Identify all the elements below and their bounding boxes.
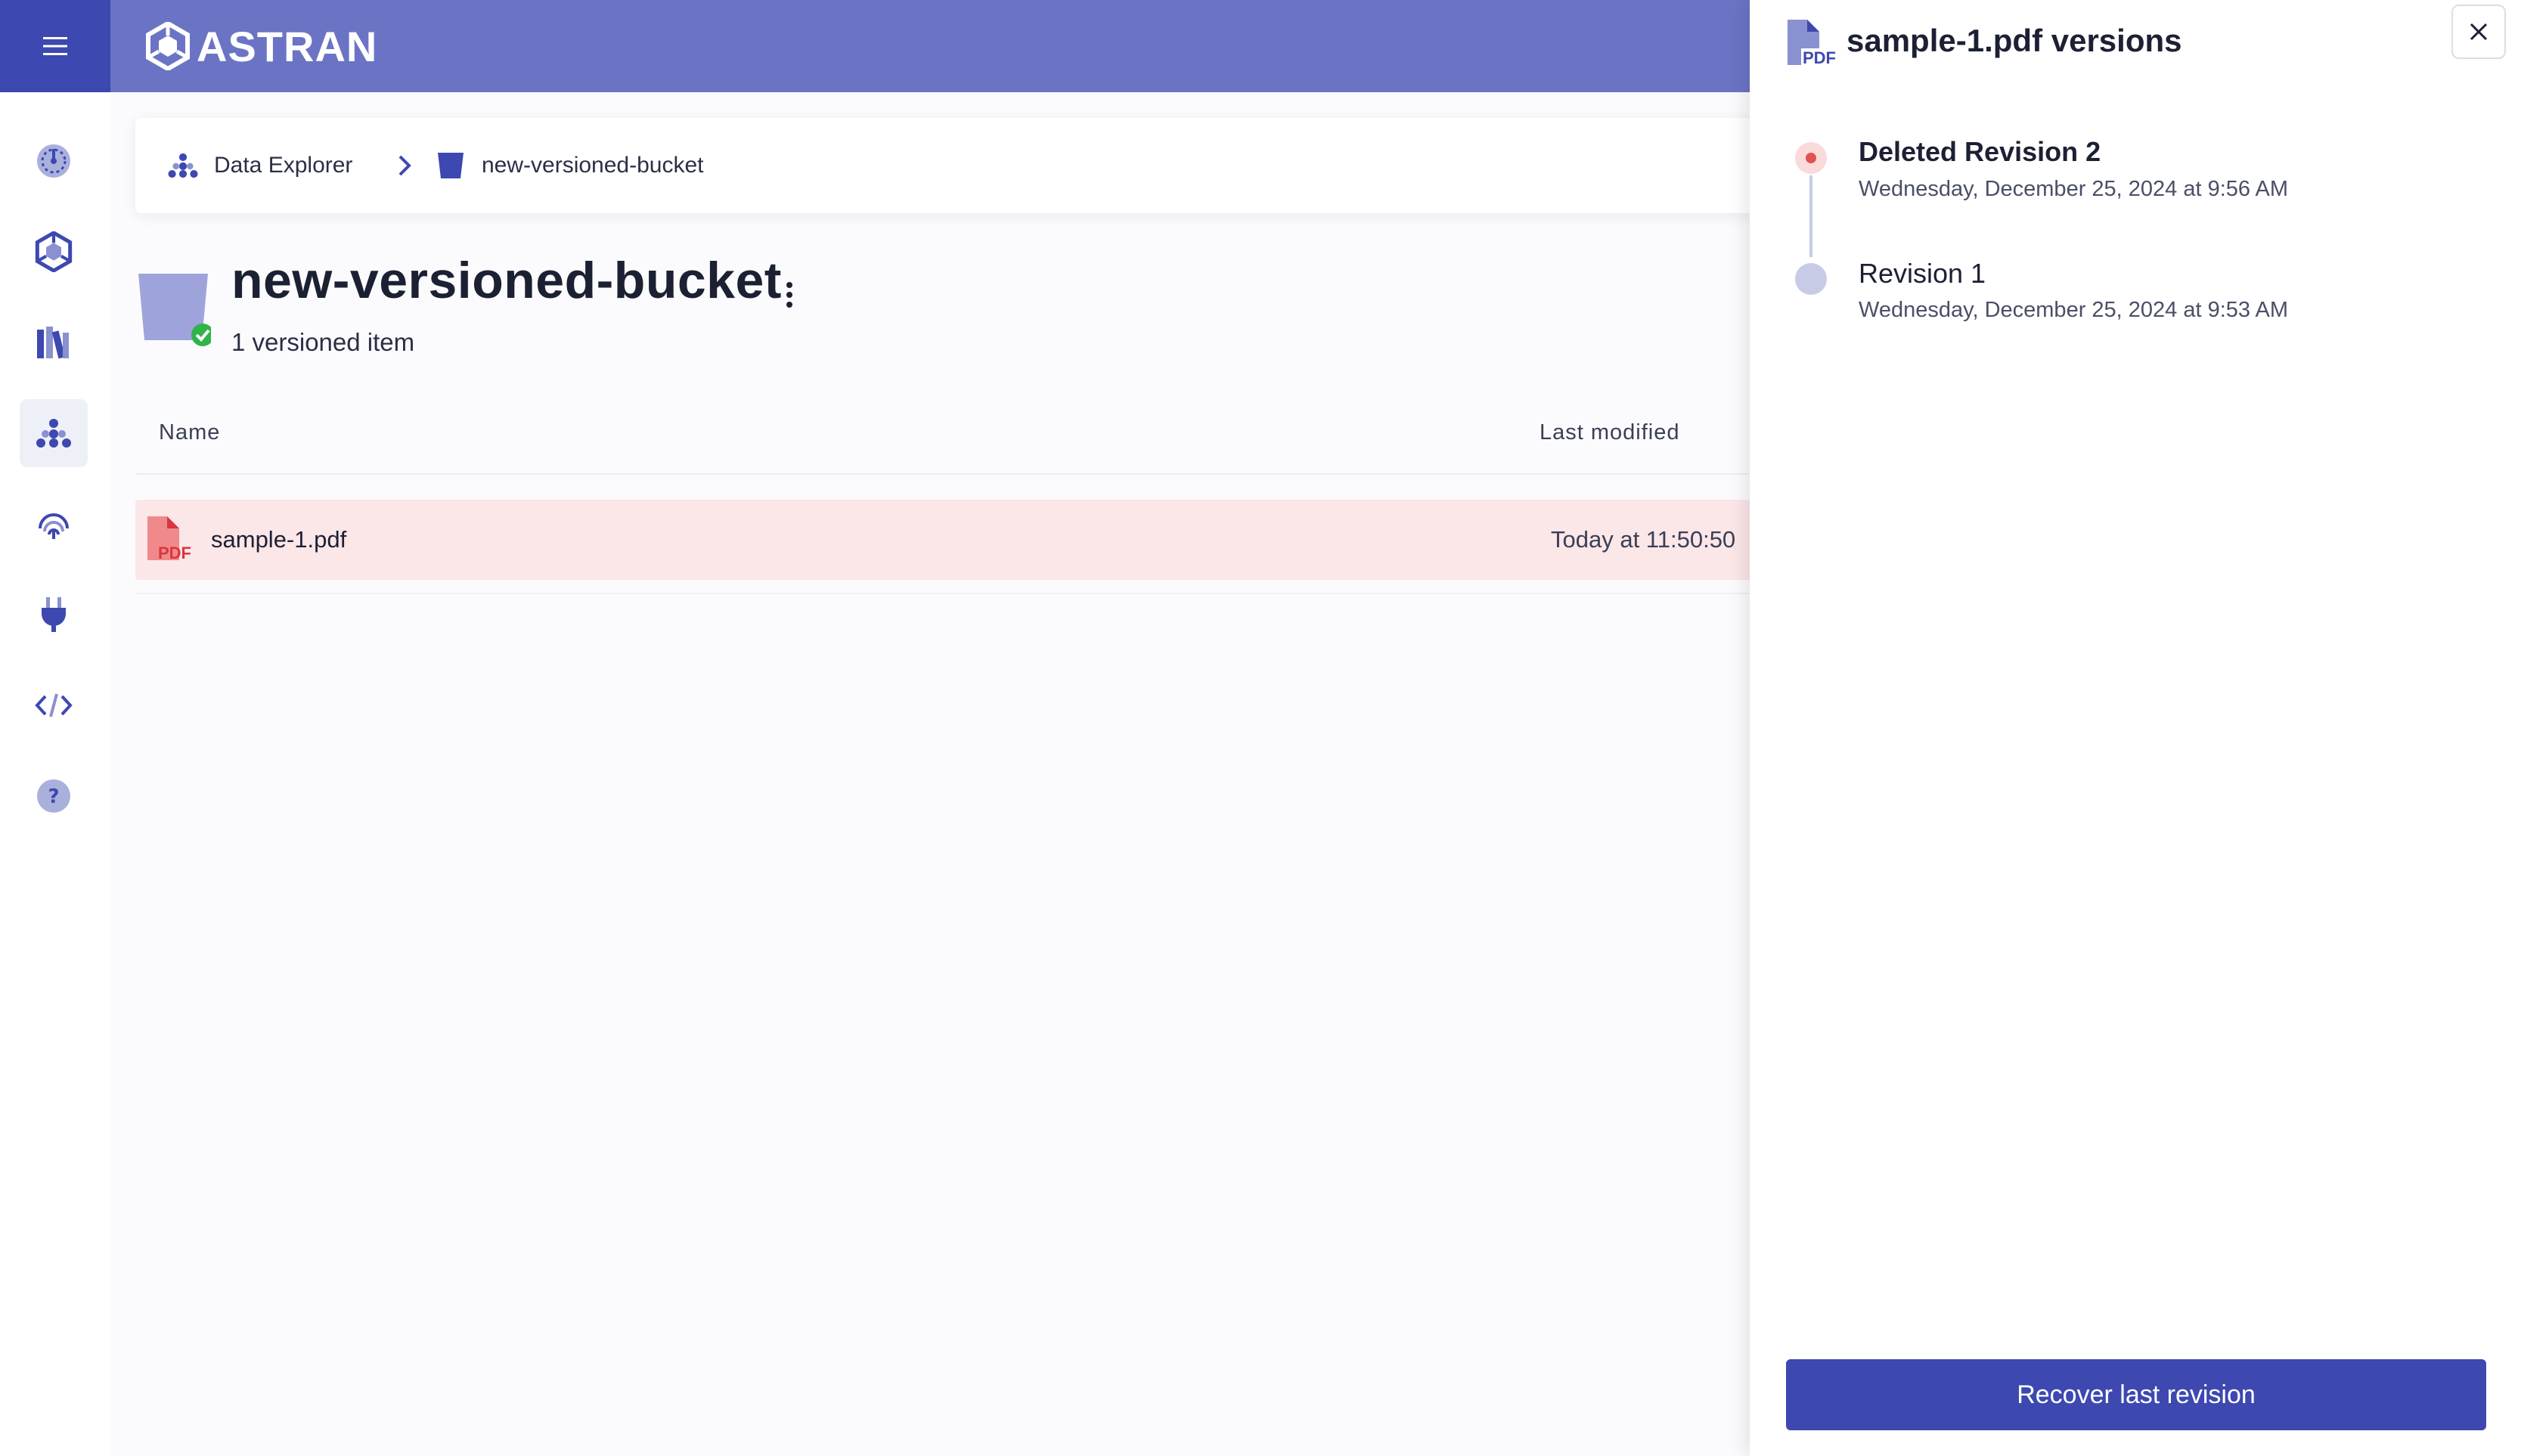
sidebar-item-dashboard[interactable] <box>20 127 88 195</box>
drawer-file-icon: PDF <box>1786 18 1837 71</box>
bucket-menu-button[interactable] <box>773 271 806 319</box>
bucket-summary: 1 versioned item <box>231 328 415 356</box>
column-header-name[interactable]: Name <box>159 420 220 445</box>
file-name: sample-1.pdf <box>211 526 347 553</box>
breadcrumb-separator <box>397 118 412 213</box>
close-icon <box>2470 23 2488 41</box>
dashboard-icon <box>37 144 70 178</box>
sidebar-item-data-explorer[interactable] <box>20 399 88 467</box>
pdf-badge: PDF <box>158 544 191 562</box>
revision-title: Revision 1 <box>1859 258 1986 289</box>
breadcrumb-current-label: new-versioned-bucket <box>482 153 704 178</box>
sidebar-item-network[interactable] <box>20 218 88 286</box>
breadcrumb-root-label: Data Explorer <box>214 153 353 178</box>
revision-dot <box>1795 263 1827 295</box>
main-content: Data Explorer new-versioned-bucket new-v… <box>110 92 1799 1456</box>
revision-date: Wednesday, December 25, 2024 at 9:53 AM <box>1859 298 2288 322</box>
versions-drawer: PDF sample-1.pdf versions Deleted Revisi… <box>1750 0 2521 1456</box>
revision-date: Wednesday, December 25, 2024 at 9:56 AM <box>1859 177 2288 201</box>
header-divider <box>135 473 1799 475</box>
more-vertical-icon <box>786 282 792 308</box>
hierarchy-icon <box>168 153 198 178</box>
sidebar-item-identity[interactable] <box>20 490 88 558</box>
hierarchy-icon <box>36 419 71 448</box>
library-icon <box>37 327 69 359</box>
page-title: new-versioned-bucket <box>231 252 782 309</box>
breadcrumb: Data Explorer new-versioned-bucket <box>135 118 1799 213</box>
astran-logo[interactable]: ASTRAN <box>145 18 377 74</box>
pdf-file-icon: PDF <box>146 515 191 565</box>
bucket-icon <box>438 153 464 178</box>
drawer-pdf-badge: PDF <box>1801 48 1837 68</box>
sidebar-item-integrations[interactable] <box>20 581 88 649</box>
svg-text:?: ? <box>48 785 59 808</box>
hexagon-network-icon <box>35 231 73 272</box>
sidebar-item-library[interactable] <box>20 308 88 376</box>
hamburger-icon <box>43 37 67 55</box>
close-button[interactable] <box>2451 5 2506 59</box>
breadcrumb-current: new-versioned-bucket <box>436 118 703 213</box>
sidebar-item-developer[interactable] <box>20 671 88 739</box>
file-last-modified: Today at 11:50:50 <box>1551 526 1736 553</box>
help-icon: ? <box>37 779 70 813</box>
sidebar: ? <box>0 92 110 1456</box>
fingerprint-icon <box>39 513 69 539</box>
menu-button[interactable] <box>0 0 110 92</box>
breadcrumb-root[interactable]: Data Explorer <box>167 118 352 213</box>
table-row[interactable]: PDF sample-1.pdf Today at 11:50:50 <box>135 500 1799 580</box>
timeline-connector <box>1809 175 1812 257</box>
logo-mark-icon <box>146 22 190 70</box>
drawer-title: sample-1.pdf versions <box>1847 23 2182 58</box>
column-header-last-modified[interactable]: Last modified <box>1540 420 1680 445</box>
plug-icon <box>42 597 66 632</box>
bucket-large-icon <box>138 274 211 346</box>
revision-title: Deleted Revision 2 <box>1859 136 2101 167</box>
chevron-right-icon <box>398 155 411 176</box>
recover-last-revision-button[interactable]: Recover last revision <box>1786 1359 2486 1430</box>
code-icon <box>35 693 73 717</box>
brand-name: ASTRAN <box>197 22 378 70</box>
sidebar-item-help[interactable]: ? <box>20 762 88 830</box>
row-divider <box>135 593 1799 594</box>
revision-dot-deleted <box>1795 142 1827 174</box>
